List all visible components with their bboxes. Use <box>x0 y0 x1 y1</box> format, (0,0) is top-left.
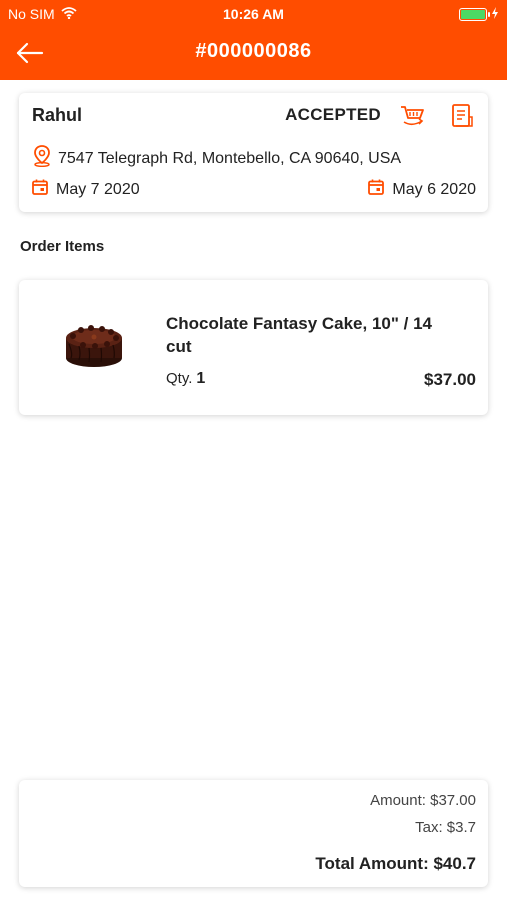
item-price: $37.00 <box>424 370 476 389</box>
date-right-text: May 6 2020 <box>392 180 476 198</box>
amount-line: Amount: $37.00 <box>370 792 476 809</box>
app-header: No SIM 10:26 AM #000000086 <box>0 0 507 80</box>
charging-icon <box>491 6 499 22</box>
calendar-icon <box>32 179 48 200</box>
location-pin-icon <box>32 145 52 172</box>
totals-card: Amount: $37.00 Tax: $3.7 Total Amount: $… <box>19 780 488 887</box>
navigation-bar: #000000086 <box>0 28 507 80</box>
invoice-icon <box>450 104 474 133</box>
quantity-value: 1 <box>196 370 206 387</box>
order-detail-screen: No SIM 10:26 AM #000000086 Rahul ACCEPTE… <box>0 0 507 900</box>
status-bar: No SIM 10:26 AM <box>0 0 507 28</box>
total-amount-line: Total Amount: $40.7 <box>315 854 476 873</box>
battery-group <box>459 6 499 22</box>
tax-line: Tax: $3.7 <box>415 819 476 836</box>
order-item-card[interactable]: Chocolate Fantasy Cake, 10" / 14 cut Qty… <box>19 280 488 415</box>
order-date-left: May 7 2020 <box>32 179 140 200</box>
customer-name: Rahul <box>32 105 83 125</box>
order-info-card: Rahul ACCEPTED 7547 Telegraph Rd, Monteb… <box>19 93 488 212</box>
order-number-title: #000000086 <box>195 40 312 62</box>
order-date-right: May 6 2020 <box>368 179 476 200</box>
address-row: 7547 Telegraph Rd, Montebello, CA 90640,… <box>32 145 401 172</box>
calendar-icon <box>368 179 385 200</box>
order-status: ACCEPTED <box>285 105 381 124</box>
battery-icon <box>459 7 490 21</box>
invoice-button[interactable] <box>450 103 476 129</box>
item-quantity: Qty. 1 <box>166 370 205 388</box>
item-name: Chocolate Fantasy Cake, 10" / 14 cut <box>166 314 433 356</box>
status-action-button[interactable] <box>400 103 426 129</box>
date-left-text: May 7 2020 <box>56 180 140 198</box>
order-items-heading: Order Items <box>20 238 105 255</box>
cart-icon <box>400 106 426 133</box>
address-text: 7547 Telegraph Rd, Montebello, CA 90640,… <box>58 149 402 167</box>
cake-image <box>59 314 129 374</box>
quantity-label: Qty. <box>166 370 193 387</box>
clock: 10:26 AM <box>223 6 284 22</box>
